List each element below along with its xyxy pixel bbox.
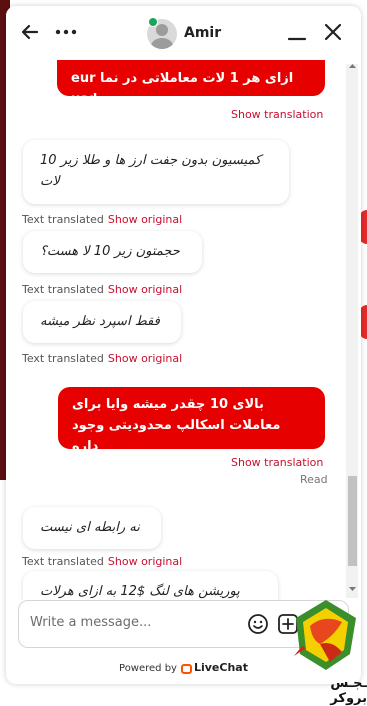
message-list[interactable]: ازای هر 1 لات معاملاتی در نما eur usd Sh… bbox=[6, 60, 361, 600]
message-meta: Text translated Show original bbox=[22, 213, 182, 226]
message-text: بالای 10 چقدر میشه وایا برای معاملات اسک… bbox=[72, 397, 281, 454]
message-meta: Text translated Show original bbox=[22, 283, 182, 296]
message-text: حجمتون زیر 10 لا هست؟ bbox=[40, 244, 180, 259]
show-translation-link[interactable]: Show translation bbox=[231, 108, 323, 121]
read-receipt: Read bbox=[300, 473, 328, 486]
incoming-message: فقط اسپرد نظر میشه bbox=[23, 301, 181, 343]
show-original-link[interactable]: Show original bbox=[108, 555, 182, 568]
incoming-message: پوریشن های لنگ $12 به ازای هرلات bbox=[23, 571, 278, 600]
translated-note: Text translated bbox=[22, 213, 104, 226]
outgoing-message: بالای 10 چقدر میشه وایا برای معاملات اسک… bbox=[58, 387, 325, 454]
agent-name: Amir bbox=[184, 25, 222, 41]
message-text: نه رابطه ای نیست bbox=[40, 520, 140, 535]
site-brand-logo[interactable] bbox=[290, 596, 362, 684]
show-original-link[interactable]: Show original bbox=[108, 352, 182, 365]
back-button[interactable] bbox=[18, 20, 42, 44]
scroll-down-arrow-icon[interactable] bbox=[348, 586, 357, 592]
ellipsis-icon bbox=[55, 29, 77, 35]
livechat-brand: LiveChat bbox=[193, 661, 248, 674]
show-original-link[interactable]: Show original bbox=[108, 283, 182, 296]
livechat-logo-icon bbox=[180, 664, 192, 674]
scroll-up-arrow-icon[interactable] bbox=[348, 63, 357, 69]
close-icon bbox=[324, 23, 342, 41]
online-status-dot bbox=[148, 17, 158, 27]
message-text: ازای هر 1 لات معاملاتی در نما eur usd bbox=[71, 71, 294, 107]
powered-by-label: Powered by bbox=[119, 663, 177, 674]
translated-note: Text translated bbox=[22, 283, 104, 296]
more-options-button[interactable] bbox=[54, 20, 78, 44]
show-original-link[interactable]: Show original bbox=[108, 213, 182, 226]
message-text: کمیسیون بدون جفت ارز ها و طلا زیر 10 لات bbox=[40, 153, 262, 189]
minimize-icon bbox=[287, 37, 307, 41]
translated-note: Text translated bbox=[22, 555, 104, 568]
close-button[interactable] bbox=[321, 20, 345, 44]
outgoing-message: ازای هر 1 لات معاملاتی در نما eur usd bbox=[57, 60, 325, 107]
minimize-button[interactable] bbox=[285, 20, 309, 44]
scrollbar-thumb[interactable] bbox=[348, 476, 357, 566]
message-text: فقط اسپرد نظر میشه bbox=[40, 314, 160, 329]
show-translation-link[interactable]: Show translation bbox=[231, 456, 323, 469]
incoming-message: نه رابطه ای نیست bbox=[23, 507, 161, 549]
translated-note: Text translated bbox=[22, 352, 104, 365]
chat-widget: Amir ازای هر 1 لات معاملاتی در نما eur u… bbox=[6, 6, 361, 684]
incoming-message: حجمتون زیر 10 لا هست؟ bbox=[23, 231, 202, 273]
message-meta: Text translated Show original bbox=[22, 352, 182, 365]
emoji-icon[interactable] bbox=[247, 613, 269, 635]
message-meta: Text translated Show original bbox=[22, 555, 182, 568]
incoming-message: کمیسیون بدون جفت ارز ها و طلا زیر 10 لات bbox=[23, 140, 289, 204]
arrow-left-icon bbox=[21, 24, 39, 40]
site-brand-text: ـجـس بروکر bbox=[330, 676, 367, 706]
chat-header: Amir bbox=[6, 6, 361, 60]
message-input[interactable] bbox=[28, 614, 232, 631]
message-text: پوریشن های لنگ $12 به ازای هرلات bbox=[40, 584, 240, 599]
